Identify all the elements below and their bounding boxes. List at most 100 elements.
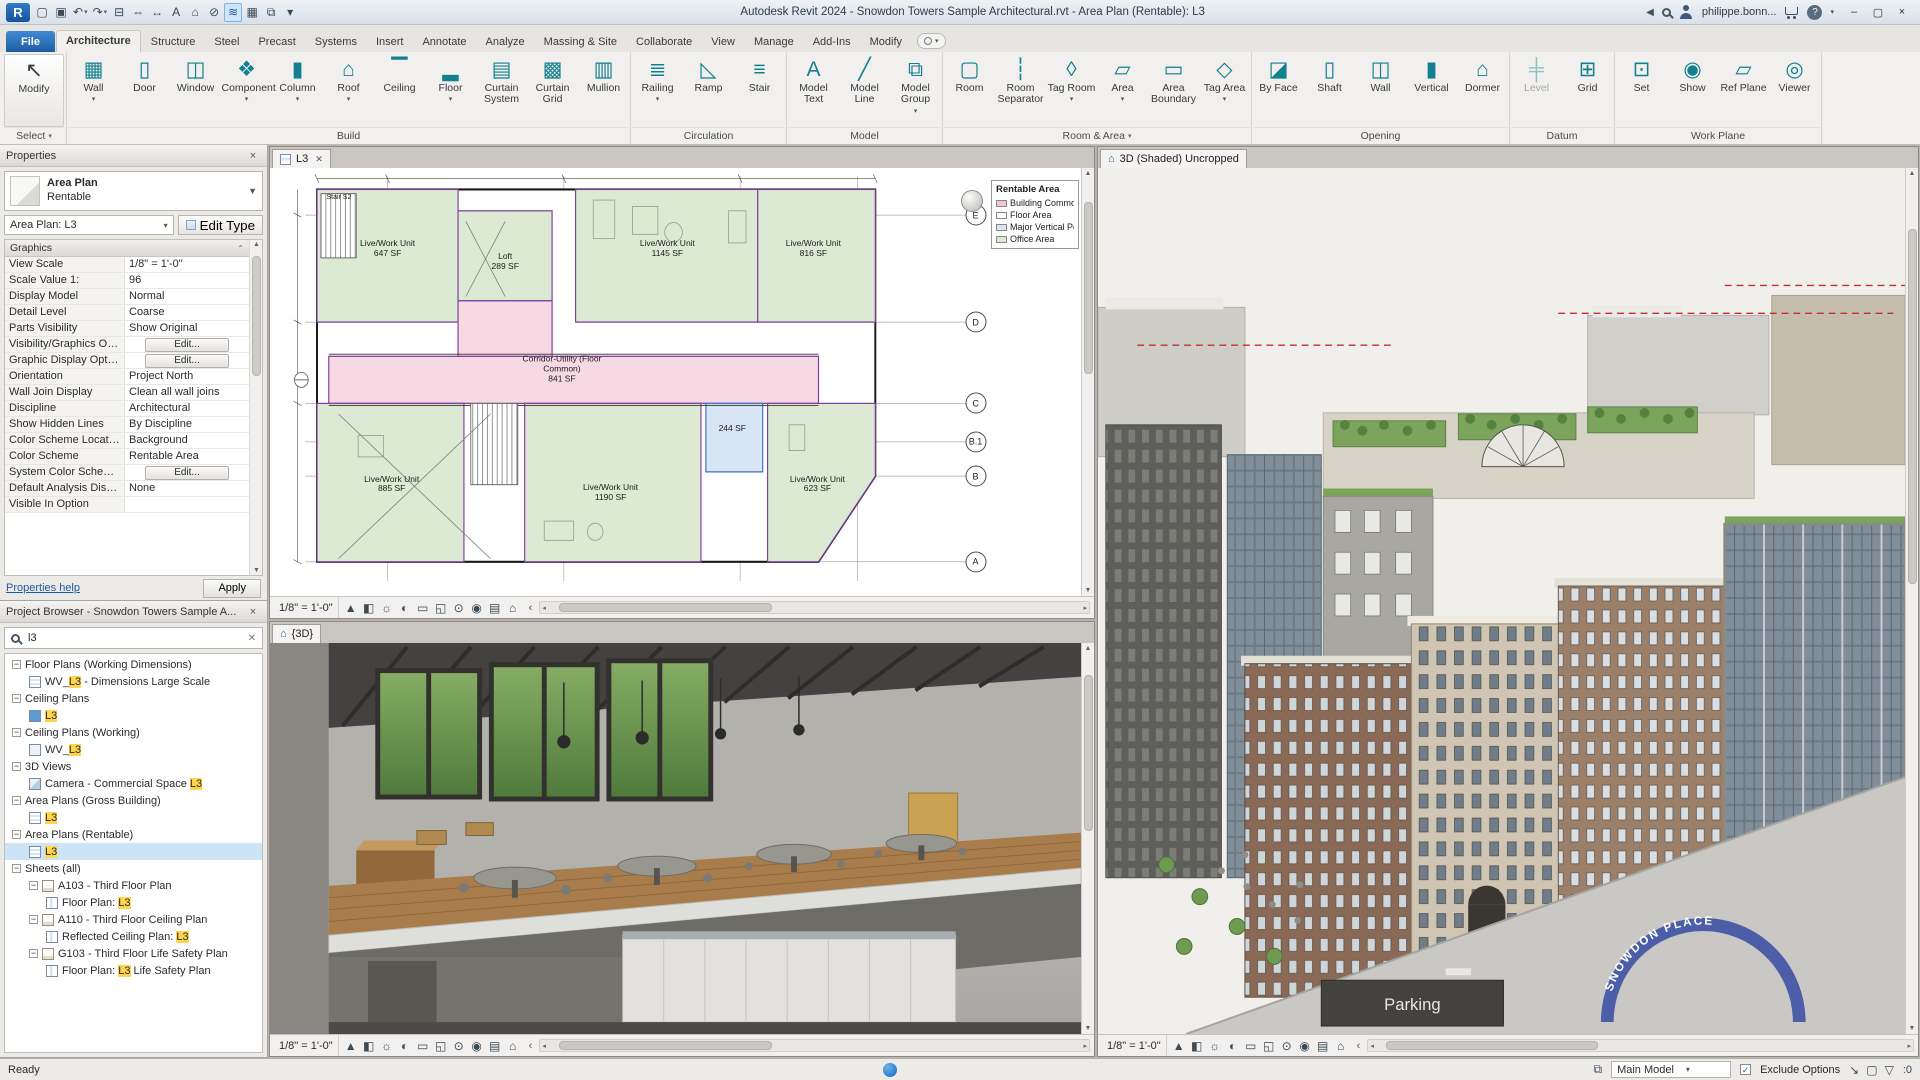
collapse-controls-icon[interactable]: ‹ bbox=[1353, 1040, 1365, 1052]
vertical-opening-button[interactable]: ▮ Vertical ▾ bbox=[1406, 54, 1457, 127]
property-row[interactable]: Wall Join Display Clean all wall joins bbox=[5, 385, 249, 401]
property-row[interactable]: Visibility/Graphics Overrides Edit... bbox=[5, 337, 249, 353]
help-dropdown-icon[interactable]: ▾ bbox=[1830, 8, 1834, 16]
railing-button[interactable]: ≣ Railing ▾ bbox=[632, 54, 683, 127]
press-drag-icon[interactable]: ↘ bbox=[1849, 1063, 1859, 1077]
tab-modify[interactable]: Modify bbox=[861, 31, 911, 52]
tab-analyze[interactable]: Analyze bbox=[477, 31, 534, 52]
property-row[interactable]: Parts Visibility Show Original bbox=[5, 321, 249, 337]
by-face-button[interactable]: ◪ By Face ▾ bbox=[1253, 54, 1304, 127]
shadows-icon[interactable]: ◐ bbox=[1224, 1039, 1242, 1053]
tag-area-button[interactable]: ◇ Tag Area ▾ bbox=[1199, 54, 1250, 127]
panel-label[interactable]: Build▾ bbox=[68, 127, 629, 144]
show-crop-icon[interactable]: ◱ bbox=[1260, 1039, 1278, 1053]
search-input[interactable] bbox=[26, 631, 242, 645]
tab-addins[interactable]: Add-Ins bbox=[804, 31, 860, 52]
temporary-hide-icon[interactable]: ⊙ bbox=[450, 601, 468, 615]
minimize-button[interactable]: – bbox=[1842, 3, 1866, 22]
tree-item[interactable]: − Ceiling Plans (Working) bbox=[5, 724, 262, 741]
exterior-canvas[interactable]: Parking SNOWDON PLACE bbox=[1098, 168, 1905, 1034]
tab-insert[interactable]: Insert bbox=[367, 31, 413, 52]
property-row[interactable]: Scale Value 1: 96 bbox=[5, 273, 249, 289]
tree-item[interactable]: − Floor Plan: L3 Life Safety Plan bbox=[5, 962, 262, 979]
close-view-icon[interactable]: ✕ bbox=[315, 154, 323, 165]
tree-expander-icon[interactable]: − bbox=[12, 830, 21, 839]
tree-item[interactable]: − WV_L3 - Dimensions Large Scale bbox=[5, 673, 262, 690]
model-text-button[interactable]: A Model Text ▾ bbox=[788, 54, 839, 127]
type-selector[interactable]: Area Plan Rentable ▼ bbox=[4, 171, 263, 211]
area-boundary-button[interactable]: ▭ Area Boundary ▾ bbox=[1148, 54, 1199, 127]
section-header-graphics[interactable]: Graphics ⌃ bbox=[5, 240, 249, 257]
room-button[interactable]: ▢ Room ▾ bbox=[944, 54, 995, 127]
property-row[interactable]: Show Hidden Lines By Discipline bbox=[5, 417, 249, 433]
schedules-icon[interactable]: ▦▾ bbox=[243, 3, 261, 22]
view-scale-button[interactable]: 1/8" = 1'-0" bbox=[1102, 1035, 1167, 1056]
project-browser-header[interactable]: Project Browser - Snowdon Towers Sample … bbox=[0, 601, 267, 623]
floor-button[interactable]: ▂ Floor ▾ bbox=[425, 54, 476, 127]
panel-label[interactable]: Datum▾ bbox=[1511, 127, 1613, 144]
tab-architecture[interactable]: Architecture bbox=[55, 30, 141, 52]
visual-style-icon[interactable]: ◧ bbox=[360, 601, 378, 615]
detail-level-icon[interactable]: ▲ bbox=[1170, 1039, 1188, 1053]
tree-item[interactable]: − L3 bbox=[5, 707, 262, 724]
panel-label[interactable]: Model▾ bbox=[788, 127, 941, 144]
tree-item[interactable]: − G103 - Third Floor Life Safety Plan bbox=[5, 945, 262, 962]
ramp-button[interactable]: ◺ Ramp ▾ bbox=[683, 54, 734, 127]
temporary-view-icon[interactable]: ▤ bbox=[486, 1039, 504, 1053]
sync-status-icon[interactable] bbox=[883, 1063, 898, 1077]
tag-room-button[interactable]: ◊ Tag Room ▾ bbox=[1046, 54, 1097, 127]
reveal-hidden-icon[interactable]: ◉ bbox=[468, 1039, 486, 1053]
tree-item[interactable]: − Area Plans (Rentable) bbox=[5, 826, 262, 843]
tab-structure[interactable]: Structure bbox=[142, 31, 205, 52]
tree-item[interactable]: − Area Plans (Gross Building) bbox=[5, 792, 262, 809]
restore-button[interactable]: ▢ bbox=[1866, 3, 1890, 22]
shadows-icon[interactable]: ◐ bbox=[396, 601, 414, 615]
chevron-down-icon[interactable]: ▼ bbox=[248, 186, 257, 196]
temporary-view-icon[interactable]: ▤ bbox=[486, 601, 504, 615]
undo-icon[interactable]: ↶ ▾ bbox=[71, 3, 90, 22]
apply-button[interactable]: Apply bbox=[203, 578, 261, 598]
redo-icon[interactable]: ↷ ▾ bbox=[91, 3, 110, 22]
analytical-model-icon[interactable]: ⌂ bbox=[504, 601, 522, 615]
property-row[interactable]: Color Scheme Location Background bbox=[5, 433, 249, 449]
properties-help-link[interactable]: Properties help bbox=[6, 582, 80, 594]
wall-opening-button[interactable]: ◫ Wall ▾ bbox=[1355, 54, 1406, 127]
deselect-icon[interactable]: ▢ bbox=[1866, 1063, 1877, 1077]
window-button[interactable]: ◫ Window ▾ bbox=[170, 54, 221, 127]
crop-view-icon[interactable]: ▭ bbox=[414, 601, 432, 615]
tree-expander-icon[interactable]: − bbox=[12, 796, 21, 805]
temporary-view-icon[interactable]: ▤ bbox=[1314, 1039, 1332, 1053]
design-options-icon[interactable]: ⧉ bbox=[1593, 1062, 1602, 1077]
user-account-button[interactable]: philippe.bonn... bbox=[1702, 6, 1777, 18]
collapse-icon[interactable]: ◀ bbox=[1646, 7, 1654, 18]
interior-canvas[interactable] bbox=[270, 643, 1081, 1034]
property-row[interactable]: Color Scheme Rentable Area bbox=[5, 449, 249, 465]
area-button[interactable]: ▱ Area ▾ bbox=[1097, 54, 1148, 127]
active-design-option-select[interactable]: Main Model ▾ bbox=[1611, 1061, 1732, 1078]
revit-logo[interactable]: R bbox=[6, 2, 30, 22]
filter-icon[interactable]: ▽ bbox=[1885, 1063, 1894, 1077]
show-crop-icon[interactable]: ◱ bbox=[432, 601, 450, 615]
level-button[interactable]: ╪ Level ▾ bbox=[1511, 54, 1562, 127]
reveal-hidden-icon[interactable]: ◉ bbox=[468, 601, 486, 615]
thin-lines-icon[interactable]: ≋▾ bbox=[224, 2, 243, 22]
tree-expander-icon[interactable]: − bbox=[12, 694, 21, 703]
show-crop-icon[interactable]: ◱ bbox=[432, 1039, 450, 1053]
property-row[interactable]: View Scale 1/8" = 1'-0" bbox=[5, 257, 249, 273]
text-icon[interactable]: A▾ bbox=[167, 3, 185, 22]
tree-item[interactable]: − L3 bbox=[5, 809, 262, 826]
model-group-button[interactable]: ⧉ Model Group ▾ bbox=[890, 54, 941, 127]
set-work-plane-button[interactable]: ⊡ Set ▾ bbox=[1616, 54, 1667, 127]
tree-item[interactable]: − Floor Plans (Working Dimensions) bbox=[5, 656, 262, 673]
element-selector[interactable]: Area Plan: L3 ▾ bbox=[4, 215, 174, 235]
tile-views-icon[interactable]: ⧉▾ bbox=[262, 3, 280, 22]
detail-level-icon[interactable]: ▲ bbox=[342, 1039, 360, 1053]
ref-plane-button[interactable]: ▱ Ref Plane ▾ bbox=[1718, 54, 1769, 127]
property-row[interactable]: Orientation Project North bbox=[5, 369, 249, 385]
section-icon[interactable]: ⊘▾ bbox=[205, 3, 223, 22]
horizontal-scrollbar[interactable]: ◂ ▸ bbox=[539, 601, 1090, 614]
save-icon[interactable]: ▣▾ bbox=[52, 3, 70, 22]
steering-wheel-button[interactable] bbox=[961, 190, 983, 212]
property-row[interactable]: Default Analysis Display Style None bbox=[5, 481, 249, 497]
door-button[interactable]: ▯ Door ▾ bbox=[119, 54, 170, 127]
